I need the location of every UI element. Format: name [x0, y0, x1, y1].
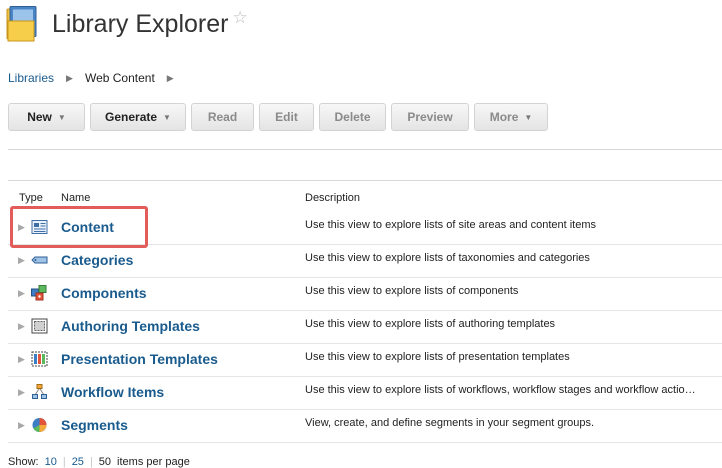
- edit-button[interactable]: Edit: [259, 103, 314, 131]
- read-button-label: Read: [207, 110, 238, 124]
- row-description: Use this view to explore lists of author…: [305, 318, 556, 330]
- page-size-25[interactable]: 25: [72, 456, 84, 468]
- chevron-right-icon[interactable]: ▶: [167, 73, 174, 84]
- preview-button[interactable]: Preview: [391, 103, 469, 131]
- pagination-label: Show:: [8, 456, 39, 468]
- expand-arrow-icon[interactable]: ▶: [18, 255, 25, 266]
- page-size-10[interactable]: 10: [45, 456, 57, 468]
- row-name-workflow-items[interactable]: Workflow Items: [61, 384, 164, 400]
- expand-arrow-icon[interactable]: ▶: [18, 387, 25, 398]
- categories-icon: [31, 252, 48, 268]
- row-name-segments[interactable]: Segments: [61, 417, 128, 433]
- column-header-name[interactable]: Name: [61, 192, 90, 204]
- table-row[interactable]: ▶ Workflow Items Use this view to explor…: [8, 376, 722, 410]
- row-description: Use this view to explore lists of site a…: [305, 219, 597, 231]
- edit-button-label: Edit: [275, 110, 298, 124]
- breadcrumb-libraries[interactable]: Libraries: [8, 71, 54, 85]
- page-header: Library Explorer ☆: [6, 0, 248, 48]
- expand-arrow-icon[interactable]: ▶: [18, 321, 25, 332]
- divider: [8, 149, 722, 150]
- divider: |: [89, 456, 93, 468]
- row-description: Use this view to explore lists of compon…: [305, 285, 519, 297]
- chevron-down-icon: ▼: [57, 112, 66, 122]
- column-header-type[interactable]: Type: [19, 192, 43, 204]
- highlight-box: [10, 206, 148, 248]
- segments-icon: [31, 417, 48, 433]
- page-title: Library Explorer: [52, 9, 229, 38]
- library-explorer-icon: [6, 6, 40, 42]
- breadcrumb-web-content: Web Content: [84, 71, 155, 85]
- row-description: View, create, and define segments in you…: [305, 417, 595, 429]
- column-header-description: Description: [305, 192, 361, 204]
- new-button-label: New: [27, 110, 52, 124]
- row-name-presentation-templates[interactable]: Presentation Templates: [61, 351, 218, 367]
- table-row[interactable]: ▶ Authoring Templates Use this view to e…: [8, 310, 722, 344]
- new-button[interactable]: New ▼: [8, 103, 85, 131]
- table-row[interactable]: ▶ Components Use this view to explore li…: [8, 277, 722, 311]
- generate-button-label: Generate: [105, 110, 158, 124]
- read-button[interactable]: Read: [191, 103, 254, 131]
- row-description: Use this view to explore lists of presen…: [305, 351, 570, 363]
- row-name-categories[interactable]: Categories: [61, 252, 133, 268]
- expand-arrow-icon[interactable]: ▶: [18, 288, 25, 299]
- row-description: Use this view to explore lists of taxono…: [305, 252, 590, 264]
- expand-arrow-icon[interactable]: ▶: [18, 420, 25, 431]
- preview-button-label: Preview: [407, 110, 453, 124]
- presentation-templates-icon: [31, 351, 48, 367]
- page-size-50: 50: [98, 456, 112, 468]
- components-icon: [31, 285, 48, 301]
- delete-button[interactable]: Delete: [319, 103, 386, 131]
- workflow-items-icon: [31, 384, 48, 400]
- breadcrumb: Libraries ▶ Web Content ▶: [8, 71, 186, 85]
- row-name-authoring-templates[interactable]: Authoring Templates: [61, 318, 200, 334]
- toolbar: New ▼ Generate ▼ Read Edit Delete Previe…: [8, 103, 553, 131]
- delete-button-label: Delete: [334, 110, 371, 124]
- chevron-down-icon: ▼: [163, 112, 171, 122]
- table-row[interactable]: ▶ Categories Use this view to explore li…: [8, 244, 722, 278]
- chevron-right-icon: ▶: [66, 72, 73, 83]
- authoring-templates-icon: [31, 318, 48, 334]
- pagination-suffix: items per page: [117, 456, 190, 468]
- pagination: Show: 10 | 25 | 50 items per page: [8, 456, 190, 468]
- generate-button[interactable]: Generate ▼: [90, 103, 186, 131]
- expand-arrow-icon[interactable]: ▶: [18, 354, 25, 365]
- table-row[interactable]: ▶ Presentation Templates Use this view t…: [8, 343, 722, 377]
- table-row[interactable]: ▶ Segments View, create, and define segm…: [8, 409, 722, 443]
- favorite-star-icon[interactable]: ☆: [232, 8, 247, 28]
- row-name-components[interactable]: Components: [61, 285, 147, 301]
- row-description: Use this view to explore lists of workfl…: [305, 384, 696, 396]
- divider: [8, 180, 722, 181]
- more-button-label: More: [489, 110, 519, 124]
- divider: |: [62, 456, 66, 468]
- chevron-down-icon: ▼: [524, 112, 533, 122]
- more-button[interactable]: More ▼: [474, 103, 548, 131]
